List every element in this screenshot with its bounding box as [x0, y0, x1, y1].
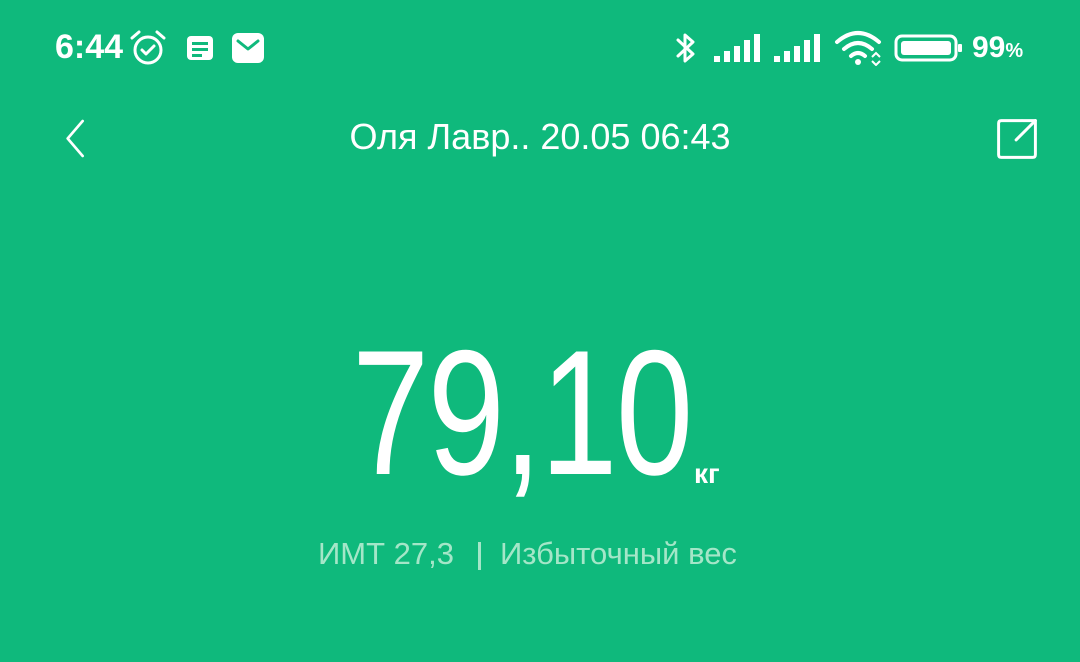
wifi-icon: [835, 31, 881, 66]
weight-summary: ИМТ 27,3 Избыточный вес: [0, 532, 1080, 576]
mail-notification-icon: [232, 33, 264, 63]
weight-display: 79,10 кг: [0, 324, 1080, 510]
page-title: Оля Лавр.. 20.05 06:43: [349, 116, 731, 157]
chevron-left-icon: [66, 119, 84, 158]
bmi-label: ИМТ 27,3: [318, 536, 454, 571]
summary-separator: [478, 542, 481, 570]
weight-category: Избыточный вес: [500, 536, 737, 571]
header: Оля Лавр.. 20.05 06:43: [0, 98, 1080, 180]
bluetooth-icon: [676, 33, 695, 63]
status-bar: 6:44 99%: [0, 0, 1080, 96]
weight-unit: кг: [694, 458, 720, 489]
battery-percent: 99%: [972, 31, 1023, 65]
battery-icon: [894, 34, 962, 62]
weight-value: 79,10: [352, 313, 693, 512]
alarm-icon: [130, 30, 166, 65]
notes-notification-icon: [187, 36, 213, 60]
signal-strength-icon: [774, 34, 820, 62]
share-external-icon: [997, 119, 1037, 159]
battery-percent-symbol: %: [1005, 40, 1024, 62]
status-time: 6:44: [55, 28, 124, 66]
battery-percent-value: 99: [972, 31, 1006, 64]
signal-strength-icon: [714, 34, 760, 62]
back-button[interactable]: [40, 110, 110, 170]
share-button[interactable]: [980, 110, 1052, 170]
